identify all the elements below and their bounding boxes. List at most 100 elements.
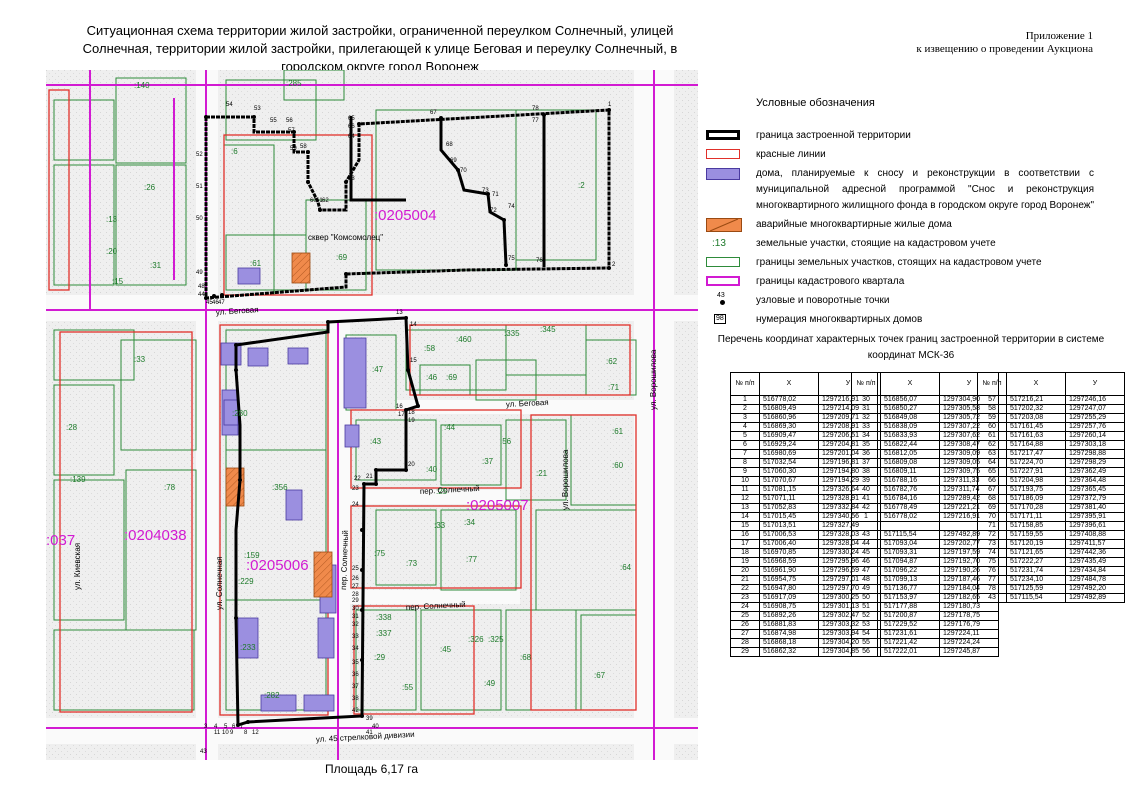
x-coord-cell: 516838,09 xyxy=(880,422,940,432)
point-number-cell: 62 xyxy=(977,440,1007,450)
x-coord-cell: 517013,51 xyxy=(759,521,819,531)
parcel-label: :73 xyxy=(406,559,418,568)
point-number-cell: 59 xyxy=(977,413,1007,423)
point-label: 73 xyxy=(482,188,489,194)
y-coord-cell: 1297492,89 xyxy=(1065,593,1125,603)
y-coord-cell: 1297365,45 xyxy=(1065,485,1125,495)
quarter-label: :0204038 xyxy=(124,527,187,544)
point-label: 63 xyxy=(348,176,355,182)
point-label: 14 xyxy=(410,322,417,328)
coord-row: 56 517222,01 1297245,87 xyxy=(851,647,999,657)
x-coord-cell: 517224,70 xyxy=(1006,458,1066,468)
parcel-label: :25 xyxy=(436,487,448,496)
point-number-cell: 16 xyxy=(730,530,760,540)
y-coord-cell: 1297224,11 xyxy=(939,629,999,639)
x-coord-cell: 517006,53 xyxy=(759,530,819,540)
y-coord-cell: 1297247,07 xyxy=(1065,404,1125,414)
parcel-label: :21 xyxy=(536,469,548,478)
y-coord-cell: 1297298,29 xyxy=(1065,458,1125,468)
point-number-cell: 10 xyxy=(730,476,760,486)
y-coord-cell: 1297298,88 xyxy=(1065,449,1125,459)
parcel-label: :56 xyxy=(500,437,512,446)
house-number-sample: 98 xyxy=(714,314,726,324)
point-number-cell: 57 xyxy=(977,395,1007,405)
point-number-cell: 37 xyxy=(851,458,881,468)
y-coord-cell: 1297411,57 xyxy=(1065,539,1125,549)
x-coord-cell: 517202,32 xyxy=(1006,404,1066,414)
point-number-cell: 7 xyxy=(730,449,760,459)
point-label: 50 xyxy=(196,216,203,222)
point-number-cell: 64 xyxy=(977,458,1007,468)
coords-title: Перечень координат характерных точек гра… xyxy=(717,334,1105,361)
parcel-label: :2 xyxy=(578,181,585,190)
y-coord-cell: 1297176,79 xyxy=(939,620,999,630)
x-coord-cell: 517164,88 xyxy=(1006,440,1066,450)
red-border-symbol xyxy=(704,147,744,163)
col-y-header: У xyxy=(1065,372,1125,396)
col-num-header: № п/п xyxy=(851,372,881,396)
x-coord-cell: 517216,21 xyxy=(1006,395,1066,405)
coord-row: 57 517216,21 1297246,16 xyxy=(977,395,1125,405)
quarter-label: :0205004 xyxy=(374,207,437,224)
point-number-cell: 36 xyxy=(851,449,881,459)
y-coord-cell: 1297180,73 xyxy=(939,602,999,612)
point-label: 77 xyxy=(532,118,539,124)
x-coord-cell: 516860,96 xyxy=(759,413,819,423)
point-label: 13 xyxy=(396,310,403,316)
x-coord-cell: 516778,49 xyxy=(880,503,940,513)
x-coord-cell: 516822,44 xyxy=(880,440,940,450)
point-label: 20 xyxy=(408,462,415,468)
point-number-cell: 42 xyxy=(851,503,881,513)
y-coord-cell: 1297492,20 xyxy=(1065,584,1125,594)
parcel-label: :159 xyxy=(244,551,260,560)
legend-item: аварийные многоквартирные жилые дома xyxy=(704,217,1094,233)
point-label: 49 xyxy=(196,270,203,276)
point-label: 39 xyxy=(366,716,373,722)
point-number-cell: 21 xyxy=(730,575,760,585)
point-number-cell: 68 xyxy=(977,494,1007,504)
point-label: 19 xyxy=(408,418,415,424)
point-number-cell: 53 xyxy=(851,620,881,630)
point-number-cell: 43 xyxy=(977,593,1007,603)
parcel-label: :26 xyxy=(144,183,156,192)
parcel-label: :34 xyxy=(464,518,476,527)
point-label: 47 xyxy=(218,300,225,306)
parcel-label: :44 xyxy=(444,423,456,432)
x-coord-cell: 517060,30 xyxy=(759,467,819,477)
point-label: 33 xyxy=(352,634,359,640)
parcel-label: :47 xyxy=(372,365,384,374)
coord-row: 53 517229,52 1297176,79 xyxy=(851,620,999,630)
x-coord-cell: 517222,27 xyxy=(1006,557,1066,567)
parcel-label: :43 xyxy=(370,437,382,446)
coord-row: 74 517121,65 1297442,36 xyxy=(977,548,1125,558)
point-number-cell: 9 xyxy=(730,467,760,477)
col-num-header: № п/п xyxy=(977,372,1007,396)
x-coord-cell: 517227,91 xyxy=(1006,467,1066,477)
point-label: 72 xyxy=(490,208,497,214)
y-coord-cell: 1297364,48 xyxy=(1065,476,1125,486)
coord-row: 78 517125,59 1297492,20 xyxy=(977,584,1125,594)
point-label: 66 xyxy=(348,124,355,130)
x-coord-cell: 517158,85 xyxy=(1006,521,1066,531)
point-number-cell: 52 xyxy=(851,611,881,621)
y-coord-cell: 1297484,78 xyxy=(1065,575,1125,585)
coord-row: 71 517158,85 1297396,61 xyxy=(977,521,1125,531)
point-label: 31 xyxy=(352,614,359,620)
parcel-label: :280 xyxy=(232,409,248,418)
point-number-cell: 75 xyxy=(977,557,1007,567)
x-coord-cell: 517203,08 xyxy=(1006,413,1066,423)
point-number-cell: 24 xyxy=(730,602,760,612)
node-dot-icon xyxy=(720,300,725,305)
point-number-cell: 29 xyxy=(730,647,760,657)
legend-text: дома, планируемые к сносу и реконструкци… xyxy=(756,168,1095,211)
point-label: 70 xyxy=(460,168,467,174)
point-label: 78 xyxy=(532,106,539,112)
point-number-cell: 48 xyxy=(851,575,881,585)
point-label: 64 xyxy=(348,134,355,140)
point-number-cell: 17 xyxy=(730,539,760,549)
x-coord-cell: 516849,08 xyxy=(880,413,940,423)
legend-item: границы земельных участков, стоящих на к… xyxy=(704,255,1094,271)
point-number-cell: 58 xyxy=(977,404,1007,414)
parcel-label: :68 xyxy=(520,653,532,662)
x-coord-cell: 517099,13 xyxy=(880,575,940,585)
